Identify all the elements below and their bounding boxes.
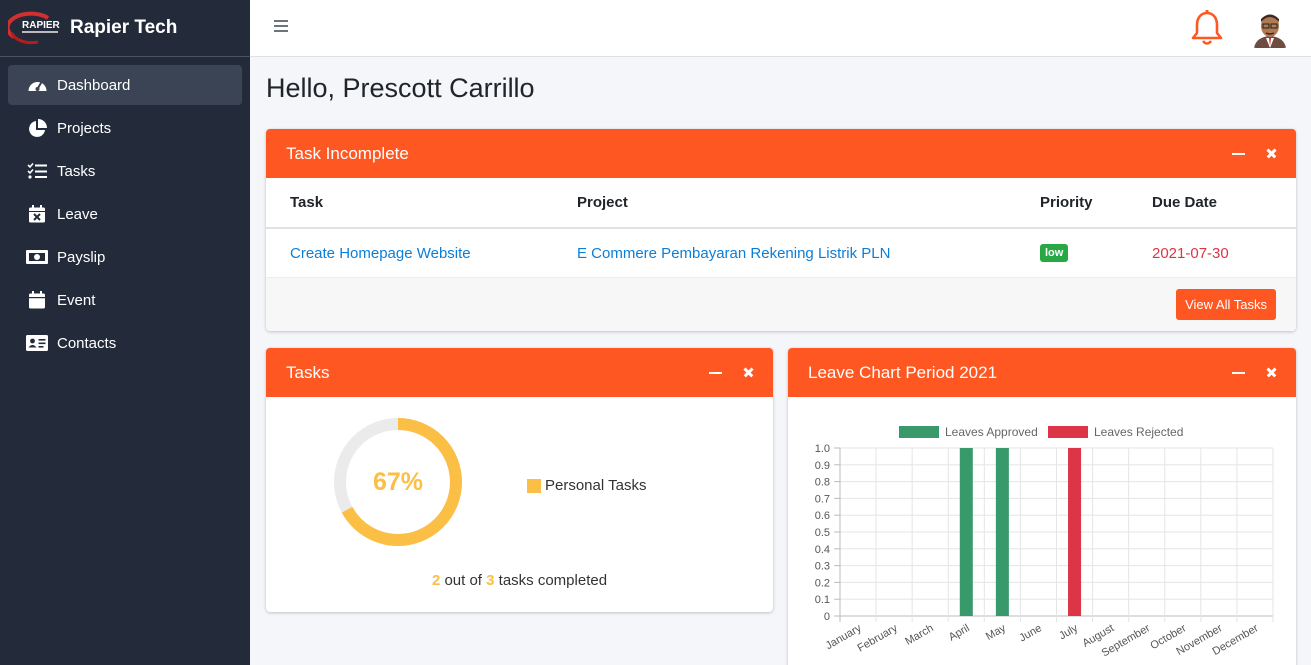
progress-percent: 67% (372, 467, 424, 496)
x-tick-label: February (855, 622, 900, 655)
close-icon[interactable] (1265, 147, 1278, 160)
hamburger-icon[interactable] (274, 20, 288, 34)
sidebar-item-label: Event (57, 291, 96, 309)
card-title: Tasks (286, 362, 330, 382)
sidebar-item-event[interactable]: Event (8, 280, 242, 320)
calendar-icon (26, 291, 48, 309)
brand[interactable]: RAPIER Rapier Tech (0, 0, 250, 57)
sidebar-item-contacts[interactable]: Contacts (8, 323, 242, 363)
leave-bar-chart: Leaves Approved Leaves Rejected 0 0.1 0.2 0.3… (815, 425, 1274, 660)
card-header: Task Incomplete (266, 129, 1296, 178)
minimize-icon[interactable] (1232, 366, 1245, 379)
bar (959, 448, 973, 616)
legend-swatch (899, 426, 939, 438)
tasks-icon (26, 162, 48, 180)
due-date: 2021-07-30 (1152, 244, 1229, 262)
x-tick-label: July (1057, 622, 1080, 642)
brand-logo-text: RAPIER (22, 20, 61, 31)
sidebar-item-label: Contacts (57, 334, 117, 352)
y-tick-label: 0.4 (815, 544, 830, 556)
card-title: Leave Chart Period 2021 (808, 362, 998, 382)
y-tick-label: 0.7 (815, 493, 830, 505)
brand-name: Rapier Tech (70, 17, 178, 38)
total-count: 3 (486, 572, 495, 589)
calendar-x-icon (26, 205, 48, 223)
x-tick-label: April (947, 622, 972, 643)
table-row: Create Homepage Website E Commere Pembay… (266, 229, 1296, 277)
pie-chart-icon (26, 118, 48, 137)
table-header: Task Project Priority Due Date (266, 178, 1296, 229)
legend-swatch (527, 478, 541, 493)
y-tick-label: 0.2 (815, 577, 830, 589)
leave-chart-card: Leave Chart Period 2021 Leaves Approved L… (788, 348, 1296, 665)
legend-item: Personal Tasks (527, 477, 646, 494)
column-header-due-date: Due Date (1152, 194, 1218, 211)
y-tick-label: 0.6 (815, 510, 830, 522)
completed-mid: out of (440, 572, 487, 589)
bell-icon[interactable] (1190, 10, 1224, 48)
sidebar-item-label: Tasks (57, 162, 96, 180)
card-title: Task Incomplete (286, 143, 409, 163)
column-header-task: Task (290, 194, 324, 211)
priority-badge: low (1040, 244, 1069, 262)
legend-label: Leaves Approved (945, 425, 1038, 439)
x-tick-label: May (984, 622, 1008, 643)
legend-swatch (1048, 426, 1088, 438)
y-tick-label: 0.8 (815, 477, 830, 489)
y-tick-label: 1.0 (815, 443, 830, 455)
legend-label: Personal Tasks (545, 477, 647, 494)
sidebar-nav: Dashboard Projects Tasks Leave Payslip E… (0, 57, 250, 374)
sidebar-item-projects[interactable]: Projects (8, 108, 242, 148)
column-header-priority: Priority (1040, 194, 1093, 211)
task-link[interactable]: Create Homepage Website (290, 245, 471, 262)
sidebar-item-leave[interactable]: Leave (8, 194, 242, 234)
legend-label: Leaves Rejected (1094, 425, 1183, 439)
minimize-icon[interactable] (1232, 147, 1245, 160)
x-tick-label: June (1017, 622, 1044, 644)
money-bill-icon (26, 248, 48, 266)
card-footer: View All Tasks (266, 277, 1296, 331)
tasks-card: Tasks 67% Personal Tasks 2 out of 3 task… (266, 348, 773, 612)
sidebar-item-label: Payslip (57, 248, 106, 266)
topbar (250, 0, 1311, 57)
completed-summary: 2 out of 3 tasks completed (266, 572, 773, 589)
sidebar-item-label: Leave (57, 205, 98, 223)
card-header: Leave Chart Period 2021 (788, 348, 1296, 397)
sidebar-item-dashboard[interactable]: Dashboard (8, 65, 242, 105)
column-header-project: Project (577, 194, 628, 211)
brand-logo: RAPIER (5, 11, 62, 45)
y-tick-label: 0.9 (815, 460, 830, 472)
sidebar-item-label: Projects (57, 119, 112, 137)
sidebar-item-label: Dashboard (57, 76, 131, 94)
sidebar-item-tasks[interactable]: Tasks (8, 151, 242, 191)
card-header: Tasks (266, 348, 773, 397)
close-icon[interactable] (742, 366, 755, 379)
user-avatar[interactable] (1252, 10, 1288, 48)
view-all-tasks-button[interactable]: View All Tasks (1176, 289, 1276, 320)
page-title: Hello, Prescott Carrillo (266, 73, 535, 103)
y-tick-label: 0.3 (815, 561, 830, 573)
id-card-icon (26, 334, 48, 352)
sidebar: RAPIER Rapier Tech Dashboard Projects Ta… (0, 0, 250, 665)
sidebar-item-payslip[interactable]: Payslip (8, 237, 242, 277)
y-tick-label: 0 (824, 611, 830, 623)
close-icon[interactable] (1265, 366, 1278, 379)
bar (1068, 448, 1082, 616)
tachometer-icon (26, 76, 48, 94)
y-tick-label: 0.1 (815, 594, 830, 606)
minimize-icon[interactable] (709, 366, 722, 379)
bar (995, 448, 1009, 616)
x-tick-label: March (903, 622, 935, 648)
task-incomplete-card: Task Incomplete Task Project Priority Du… (266, 129, 1296, 331)
completed-suffix: tasks completed (494, 572, 608, 589)
project-link[interactable]: E Commere Pembayaran Rekening Listrik PL… (577, 245, 890, 262)
y-tick-label: 0.5 (815, 527, 830, 539)
